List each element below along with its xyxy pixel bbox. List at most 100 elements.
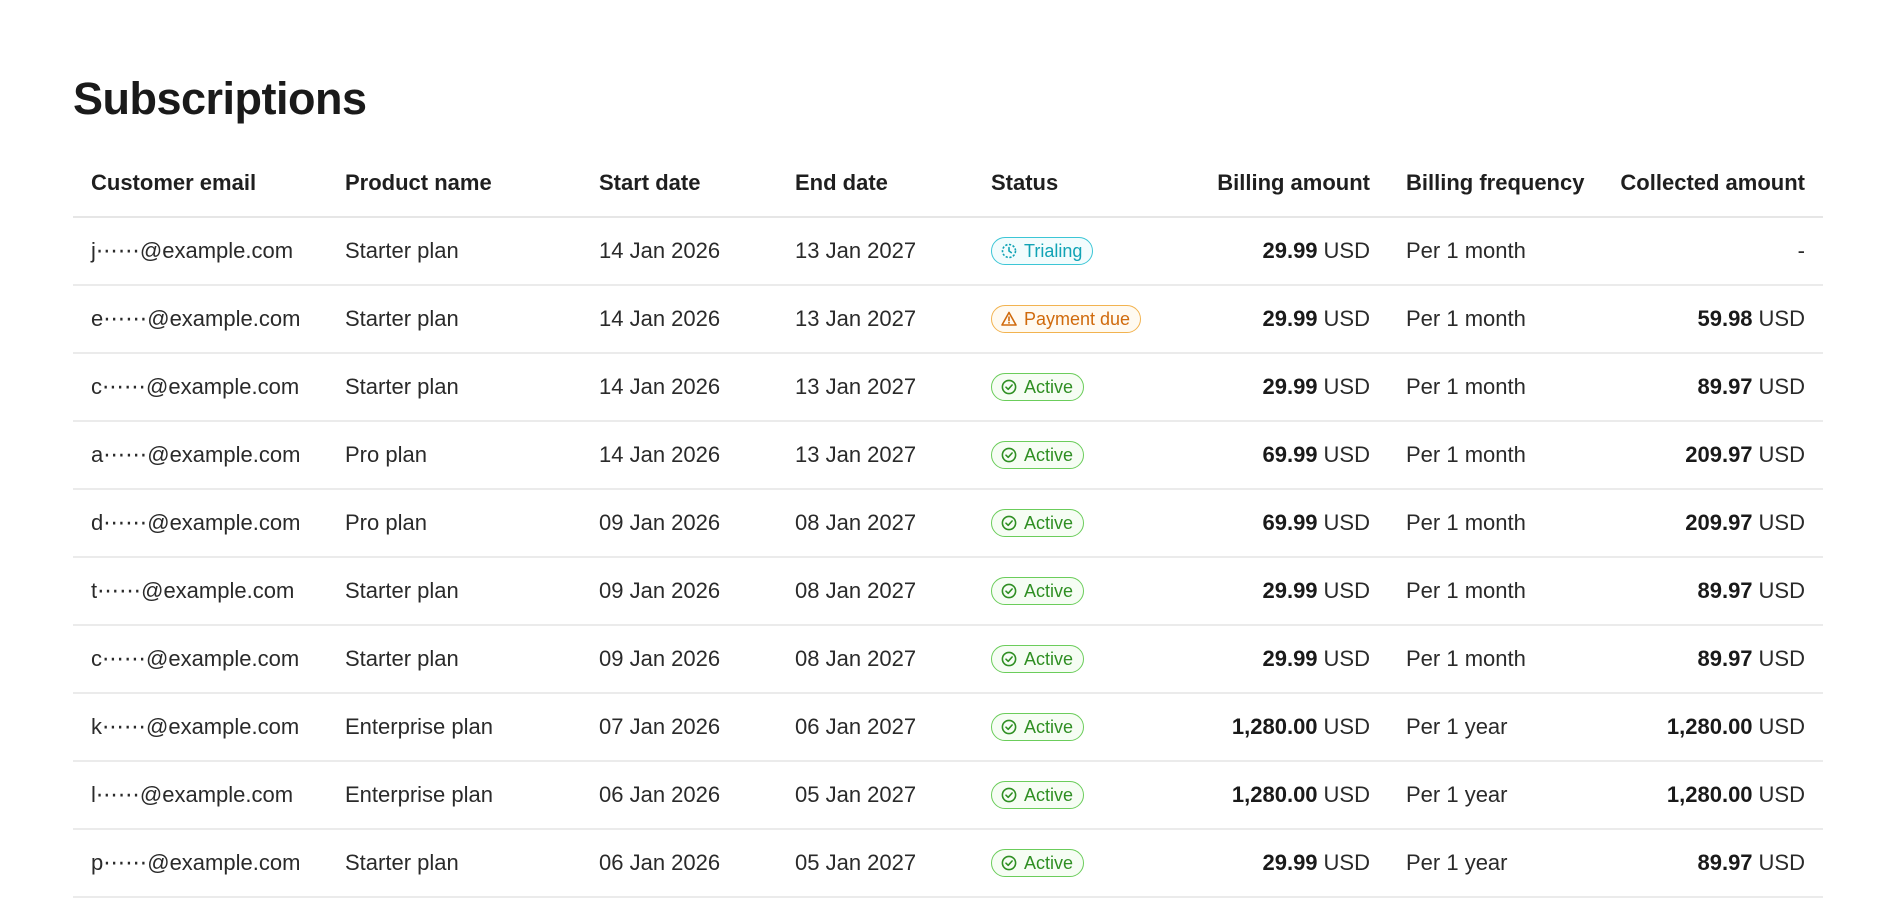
cell-status: Active — [973, 829, 1168, 898]
table-row[interactable]: d⋯⋯@example.com Pro plan 09 Jan 2026 08 Jan… — [73, 489, 1823, 558]
cell-collected-amount: 89.97 USD — [1591, 353, 1823, 422]
cell-billing-frequency: Per 1 year — [1388, 761, 1591, 830]
cell-product-name: Enterprise plan — [327, 693, 581, 762]
table-row[interactable]: j⋯⋯@example.com Starter plan 14 Jan 2026 13… — [73, 217, 1823, 286]
column-header-product-name[interactable]: Product name — [327, 150, 581, 218]
cell-start-date: 14 Jan 2026 — [581, 421, 777, 490]
cell-product-name: Pro plan — [327, 421, 581, 490]
cell-collected-amount: 1,280.00 USD — [1591, 761, 1823, 830]
collected-amount-value: 209.97 — [1685, 510, 1753, 535]
status-badge-label: Active — [1024, 648, 1074, 669]
cell-billing-amount: 29.99 USD — [1168, 829, 1388, 898]
table-row[interactable]: p⋯⋯@example.com Starter plan 06 Jan 2026 05… — [73, 829, 1823, 898]
table-body: j⋯⋯@example.com Starter plan 14 Jan 2026 13… — [73, 217, 1823, 898]
cell-collected-amount: - — [1591, 217, 1823, 286]
cell-billing-amount: 1,280.00 USD — [1168, 761, 1388, 830]
cell-end-date: 13 Jan 2027 — [777, 217, 973, 286]
cell-start-date: 09 Jan 2026 — [581, 489, 777, 558]
collected-amount-currency: USD — [1758, 782, 1805, 807]
cell-billing-frequency: Per 1 month — [1388, 421, 1591, 490]
cell-status: Active — [973, 489, 1168, 558]
column-header-status[interactable]: Status — [973, 150, 1168, 218]
cell-end-date: 13 Jan 2027 — [777, 421, 973, 490]
collected-amount-currency: USD — [1758, 850, 1805, 875]
cell-status: Active — [973, 761, 1168, 830]
billing-amount-currency: USD — [1323, 578, 1370, 603]
cell-customer-email: c⋯⋯@example.com — [73, 625, 327, 694]
billing-amount-value: 29.99 — [1262, 374, 1318, 399]
status-badge: Active — [991, 440, 1085, 469]
collected-amount-value: 1,280.00 — [1666, 714, 1753, 739]
status-badge: Active — [991, 508, 1085, 537]
billing-amount-currency: USD — [1323, 646, 1370, 671]
cell-status: Active — [973, 693, 1168, 762]
status-badge: Active — [991, 372, 1085, 401]
billing-amount-value: 1,280.00 — [1231, 782, 1318, 807]
cell-collected-amount: 89.97 USD — [1591, 557, 1823, 626]
cell-product-name: Starter plan — [327, 625, 581, 694]
cell-status: Payment due — [973, 285, 1168, 354]
column-header-start-date[interactable]: Start date — [581, 150, 777, 218]
cell-billing-amount: 1,280.00 USD — [1168, 693, 1388, 762]
status-badge-label: Active — [1024, 716, 1074, 737]
collected-amount-currency: USD — [1758, 646, 1805, 671]
table-row[interactable]: c⋯⋯@example.com Starter plan 14 Jan 2026 13… — [73, 353, 1823, 422]
check-circle-icon — [1000, 446, 1018, 464]
cell-customer-email: j⋯⋯@example.com — [73, 217, 327, 286]
billing-amount-currency: USD — [1323, 510, 1370, 535]
status-badge: Active — [991, 576, 1085, 605]
billing-amount-value: 29.99 — [1262, 578, 1318, 603]
cell-customer-email: c⋯⋯@example.com — [73, 353, 327, 422]
check-circle-icon — [1000, 514, 1018, 532]
cell-end-date: 06 Jan 2027 — [777, 693, 973, 762]
table-row[interactable]: e⋯⋯@example.com Starter plan 14 Jan 2026 13… — [73, 285, 1823, 354]
collected-amount-value: 89.97 — [1697, 374, 1753, 399]
table-row[interactable]: l⋯⋯@example.com Enterprise plan 06 Jan 202… — [73, 761, 1823, 830]
status-badge: Payment due — [991, 304, 1142, 333]
column-header-billing-frequency[interactable]: Billing frequency — [1388, 150, 1591, 218]
table-row[interactable]: c⋯⋯@example.com Starter plan 09 Jan 2026 08… — [73, 625, 1823, 694]
column-header-collected-amount[interactable]: Collected amount — [1591, 150, 1823, 218]
collected-amount-currency: USD — [1758, 510, 1805, 535]
table-row[interactable]: k⋯⋯@example.com Enterprise plan 07 Jan 202… — [73, 693, 1823, 762]
billing-amount-value: 29.99 — [1262, 850, 1318, 875]
cell-customer-email: k⋯⋯@example.com — [73, 693, 327, 762]
billing-amount-value: 29.99 — [1262, 646, 1318, 671]
column-header-customer-email[interactable]: Customer email — [73, 150, 327, 218]
billing-amount-value: 69.99 — [1262, 510, 1318, 535]
check-circle-icon — [1000, 378, 1018, 396]
collected-amount-currency: USD — [1758, 714, 1805, 739]
billing-amount-value: 1,280.00 — [1231, 714, 1318, 739]
column-header-billing-amount[interactable]: Billing amount — [1168, 150, 1388, 218]
cell-collected-amount: 1,280.00 USD — [1591, 693, 1823, 762]
cell-billing-frequency: Per 1 month — [1388, 625, 1591, 694]
status-badge-label: Active — [1024, 376, 1074, 397]
cell-status: Active — [973, 353, 1168, 422]
cell-end-date: 08 Jan 2027 — [777, 625, 973, 694]
status-badge-label: Active — [1024, 512, 1074, 533]
table-row[interactable]: a⋯⋯@example.com Pro plan 14 Jan 2026 13 Jan… — [73, 421, 1823, 490]
status-badge: Trialing — [991, 236, 1094, 265]
collected-amount-currency: USD — [1758, 306, 1805, 331]
status-badge-label: Trialing — [1024, 240, 1083, 261]
warning-triangle-icon — [1000, 310, 1018, 328]
cell-start-date: 14 Jan 2026 — [581, 217, 777, 286]
cell-start-date: 06 Jan 2026 — [581, 761, 777, 830]
column-header-end-date[interactable]: End date — [777, 150, 973, 218]
cell-billing-amount: 29.99 USD — [1168, 557, 1388, 626]
cell-product-name: Starter plan — [327, 829, 581, 898]
cell-billing-frequency: Per 1 month — [1388, 489, 1591, 558]
cell-billing-frequency: Per 1 month — [1388, 217, 1591, 286]
cell-billing-frequency: Per 1 month — [1388, 557, 1591, 626]
cell-product-name: Enterprise plan — [327, 761, 581, 830]
cell-start-date: 14 Jan 2026 — [581, 285, 777, 354]
table-row[interactable]: t⋯⋯@example.com Starter plan 09 Jan 2026 08… — [73, 557, 1823, 626]
cell-billing-amount: 29.99 USD — [1168, 285, 1388, 354]
cell-billing-frequency: Per 1 month — [1388, 285, 1591, 354]
cell-end-date: 05 Jan 2027 — [777, 829, 973, 898]
billing-amount-currency: USD — [1323, 714, 1370, 739]
check-circle-icon — [1000, 718, 1018, 736]
check-circle-icon — [1000, 786, 1018, 804]
cell-start-date: 07 Jan 2026 — [581, 693, 777, 762]
cell-product-name: Starter plan — [327, 285, 581, 354]
